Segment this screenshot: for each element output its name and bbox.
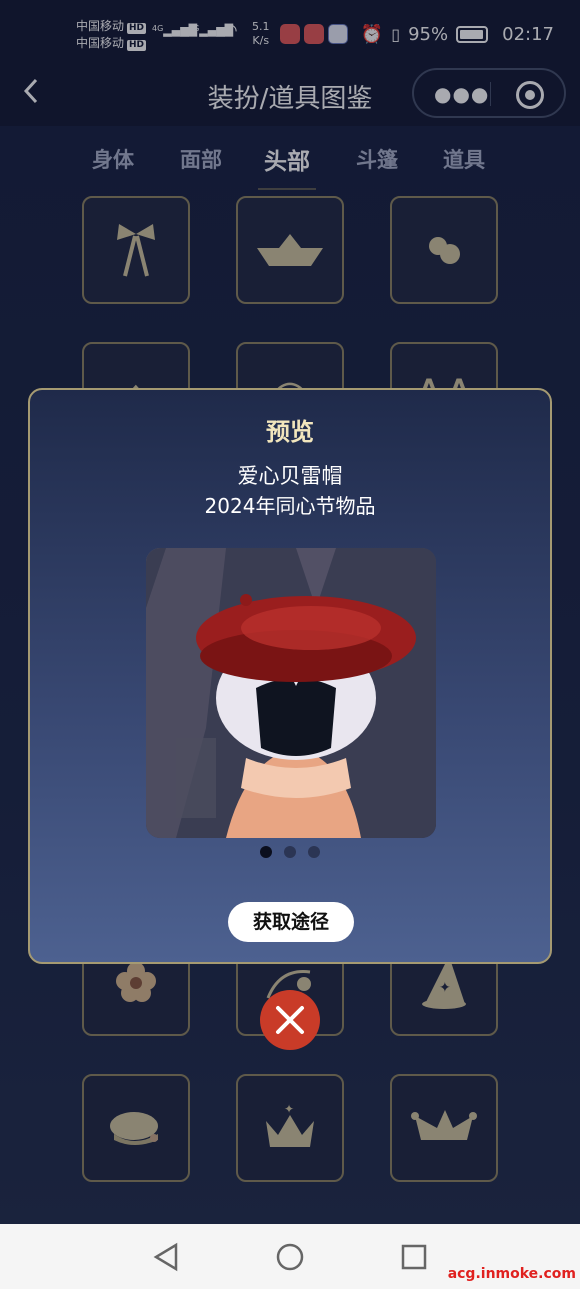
- item-name: 爱心贝雷帽: [237, 464, 343, 488]
- close-icon: [276, 1006, 304, 1034]
- item-description: 2024年同心节物品: [204, 494, 376, 518]
- page-indicator: [30, 846, 550, 858]
- get-method-button[interactable]: 获取途径: [228, 902, 354, 942]
- page-dot[interactable]: [284, 846, 296, 858]
- close-button[interactable]: [260, 990, 320, 1050]
- character-preview: [146, 548, 436, 838]
- system-nav-bar: acg.inmoke.com: [0, 1224, 580, 1289]
- modal-title: 预览: [266, 418, 314, 446]
- back-triangle-icon[interactable]: [152, 1242, 180, 1276]
- page-dot[interactable]: [308, 846, 320, 858]
- recents-square-icon[interactable]: [400, 1242, 428, 1276]
- watermark: acg.inmoke.com: [447, 1266, 576, 1282]
- page-dot[interactable]: [260, 846, 272, 858]
- home-circle-icon[interactable]: [275, 1242, 305, 1276]
- preview-modal: 预览 爱心贝雷帽 2024年同心节物品 获取途径: [28, 388, 552, 964]
- preview-image[interactable]: [146, 548, 436, 838]
